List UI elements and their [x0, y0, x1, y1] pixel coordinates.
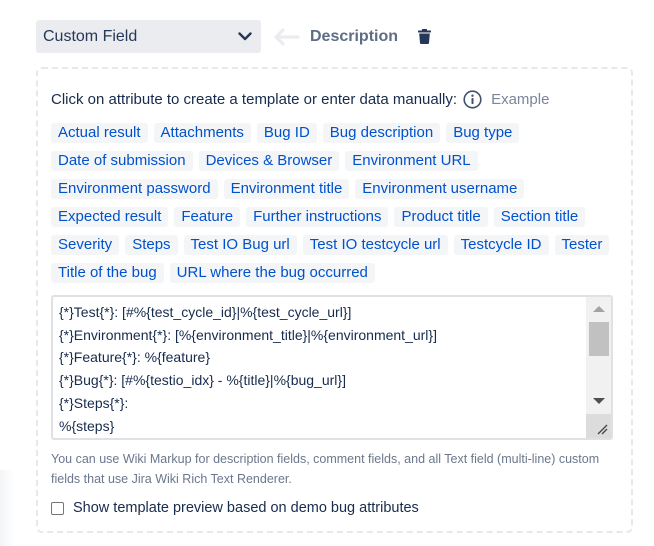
attribute-chip-testio-bug-url[interactable]: Test IO Bug url	[183, 235, 297, 255]
attribute-chip-environment-password[interactable]: Environment password	[51, 179, 218, 199]
preview-checkbox[interactable]	[51, 501, 64, 515]
attribute-chip-actual-result[interactable]: Actual result	[51, 123, 148, 143]
template-textarea[interactable]: {*}Test{*}: [#%{test_cycle_id}|%{test_cy…	[53, 297, 586, 438]
template-hint-text: Click on attribute to create a template …	[51, 91, 458, 108]
target-field-label: Description	[310, 27, 399, 45]
attribute-chip-attachments[interactable]: Attachments	[153, 123, 251, 143]
resize-handle-icon[interactable]	[586, 414, 611, 438]
source-field-select[interactable]: Custom Field	[36, 20, 261, 53]
attribute-chip-bug-id[interactable]: Bug ID	[256, 123, 317, 143]
attribute-chip-section-title[interactable]: Section title	[493, 207, 586, 227]
attribute-chip-expected-result[interactable]: Expected result	[51, 207, 169, 227]
attribute-chip-environment-username[interactable]: Environment username	[355, 179, 525, 199]
scroll-thumb[interactable]	[589, 322, 609, 356]
wiki-markup-help: You can use Wiki Markup for description …	[51, 452, 600, 486]
trash-icon[interactable]	[416, 28, 432, 46]
scroll-up-icon[interactable]	[593, 306, 605, 312]
attribute-chip-product-title[interactable]: Product title	[394, 207, 488, 227]
preview-checkbox-label: Show template preview based on demo bug …	[73, 500, 419, 516]
preview-checkbox-row[interactable]: Show template preview based on demo bug …	[51, 500, 419, 516]
template-panel: Click on attribute to create a template …	[36, 67, 633, 533]
left-edge-shadow	[0, 470, 14, 546]
attribute-chip-tester[interactable]: Tester	[554, 235, 610, 255]
attribute-chip-title-of-the-bug[interactable]: Title of the bug	[51, 263, 164, 283]
info-icon[interactable]	[463, 90, 482, 109]
attribute-chip-feature[interactable]: Feature	[174, 207, 241, 227]
example-link[interactable]: Example	[491, 91, 549, 108]
attribute-chip-further-instructions[interactable]: Further instructions	[246, 207, 389, 227]
arrow-left-icon	[272, 27, 300, 47]
attribute-chip-date-of-submission[interactable]: Date of submission	[51, 151, 193, 171]
attribute-chip-testcycle-id[interactable]: Testcycle ID	[453, 235, 549, 255]
textarea-scrollbar[interactable]	[586, 297, 611, 438]
field-mapping-row: Custom Field Description	[36, 20, 432, 53]
source-field-select-value: Custom Field	[43, 27, 138, 45]
attribute-chip-steps[interactable]: Steps	[125, 235, 178, 255]
chevron-down-icon	[237, 29, 253, 45]
attribute-chip-bug-description[interactable]: Bug description	[322, 123, 441, 143]
template-editor: {*}Test{*}: [#%{test_cycle_id}|%{test_cy…	[51, 295, 613, 440]
template-hint: Click on attribute to create a template …	[51, 90, 549, 109]
scroll-down-icon[interactable]	[593, 398, 605, 404]
attribute-chip-devices-browser[interactable]: Devices & Browser	[198, 151, 340, 171]
attribute-chips: Actual result Attachments Bug ID Bug des…	[51, 123, 621, 283]
attribute-chip-url-where-bug-occurred[interactable]: URL where the bug occurred	[169, 263, 375, 283]
attribute-chip-environment-url[interactable]: Environment URL	[345, 151, 478, 171]
attribute-chip-severity[interactable]: Severity	[51, 235, 120, 255]
attribute-chip-environment-title[interactable]: Environment title	[223, 179, 350, 199]
attribute-chip-testio-testcycle-url[interactable]: Test IO testcycle url	[302, 235, 448, 255]
attribute-chip-bug-type[interactable]: Bug type	[446, 123, 520, 143]
